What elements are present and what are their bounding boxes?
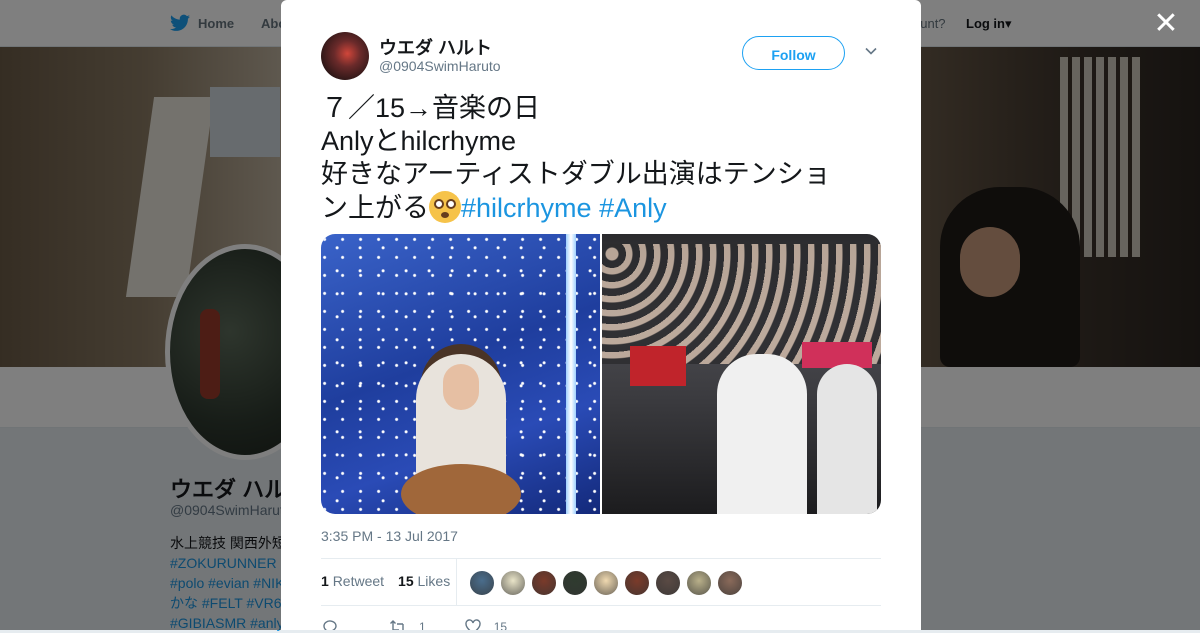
retweet-button[interactable]: 1 bbox=[389, 618, 426, 630]
retweet-icon bbox=[390, 620, 404, 630]
retweet-label: Retweet bbox=[332, 573, 385, 589]
close-icon[interactable]: ✕ bbox=[1153, 9, 1179, 39]
flushed-face-emoji-icon bbox=[429, 191, 461, 223]
liker-avatar[interactable] bbox=[562, 570, 588, 596]
likes-count: 15 bbox=[398, 573, 414, 589]
tweet-timestamp[interactable]: 3:35 PM - 13 Jul 2017 bbox=[321, 528, 458, 544]
likes-stat[interactable]: 15 Likes bbox=[398, 573, 450, 589]
hashtag-link[interactable]: #Anly bbox=[599, 193, 667, 223]
divider bbox=[321, 605, 881, 606]
chevron-down-icon[interactable] bbox=[864, 44, 882, 62]
tweet-text-fragment: ン上がる bbox=[321, 193, 429, 223]
liker-avatar[interactable] bbox=[531, 570, 557, 596]
tweet-photo-2[interactable] bbox=[602, 234, 881, 514]
liker-avatar[interactable] bbox=[624, 570, 650, 596]
liker-avatars bbox=[469, 570, 743, 596]
tweet-text-line: ン上がる #hilcrhyme #Anly bbox=[321, 191, 881, 225]
tweet-text-line: Anlyとhilcrhyme bbox=[321, 126, 517, 156]
liker-avatar[interactable] bbox=[717, 570, 743, 596]
tweet-text-line: ７／15→音楽の日 bbox=[321, 93, 541, 123]
liker-avatar[interactable] bbox=[469, 570, 495, 596]
reply-button[interactable] bbox=[321, 618, 351, 630]
like-button[interactable]: 15 bbox=[464, 618, 507, 630]
heart-icon bbox=[464, 619, 481, 630]
like-action-count: 15 bbox=[493, 620, 508, 630]
author-name[interactable]: ウエダ ハルト bbox=[379, 34, 492, 60]
retweet-count: 1 bbox=[321, 573, 329, 589]
author-handle[interactable]: @0904SwimHaruto bbox=[379, 58, 501, 74]
retweet-stat[interactable]: 1 Retweet bbox=[321, 573, 384, 589]
tweet-media bbox=[321, 234, 881, 514]
hashtag-link[interactable]: #hilcrhyme bbox=[461, 193, 592, 223]
retweet-action-count: 1 bbox=[419, 620, 426, 630]
divider bbox=[321, 558, 881, 559]
tweet-stats: 1 Retweet 15 Likes bbox=[321, 573, 450, 589]
divider bbox=[456, 559, 457, 605]
reply-icon bbox=[323, 620, 337, 630]
tweet-modal: ウエダ ハルト @0904SwimHaruto Follow ７／15→音楽の日… bbox=[281, 0, 921, 630]
author-avatar[interactable] bbox=[321, 32, 369, 80]
tweet-photo-1[interactable] bbox=[321, 234, 600, 514]
liker-avatar[interactable] bbox=[500, 570, 526, 596]
tweet-text: ７／15→音楽の日 Anlyとhilcrhyme 好きなアーティストダブル出演は… bbox=[321, 92, 881, 225]
liker-avatar[interactable] bbox=[593, 570, 619, 596]
tweet-text-line: 好きなアーティストダブル出演はテンショ bbox=[321, 159, 831, 189]
likes-label: Likes bbox=[417, 573, 451, 589]
follow-button[interactable]: Follow bbox=[742, 36, 845, 70]
tweet-actions: 1 15 bbox=[321, 618, 545, 630]
liker-avatar[interactable] bbox=[655, 570, 681, 596]
liker-avatar[interactable] bbox=[686, 570, 712, 596]
